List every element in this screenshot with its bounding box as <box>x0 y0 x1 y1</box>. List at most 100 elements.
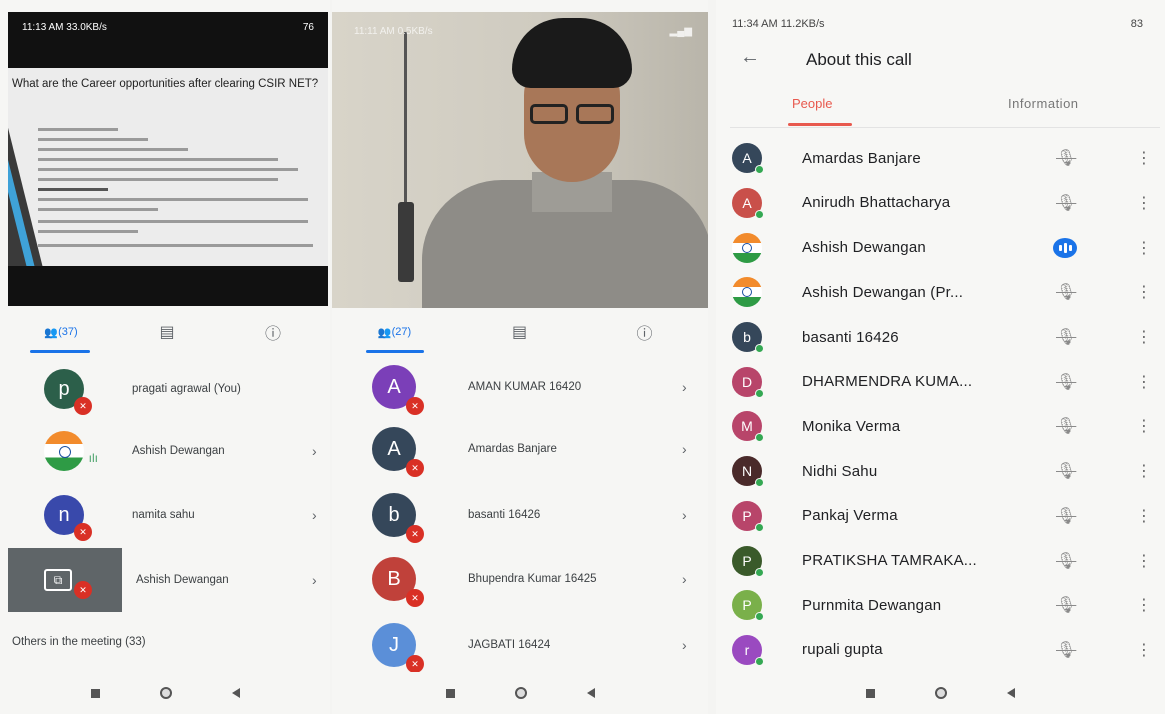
chevron-right-icon[interactable]: › <box>682 379 687 395</box>
mic-off-icon[interactable]: 🎙 <box>1056 595 1076 615</box>
home-button[interactable] <box>159 687 172 699</box>
more-options-icon[interactable]: ⋮ <box>1136 506 1152 526</box>
tab-people[interactable]: 👥 (27) <box>332 326 457 339</box>
chevron-right-icon[interactable]: › <box>682 637 687 653</box>
mic-off-icon[interactable]: 🎙 <box>1056 193 1076 213</box>
meeting-tabs: 👥 (37) ▤ ⓘ <box>8 310 328 354</box>
participant-row[interactable]: ılı Ashish Dewangan › <box>0 420 330 482</box>
more-options-icon[interactable]: ⋮ <box>1136 416 1152 436</box>
chevron-right-icon[interactable]: › <box>682 441 687 457</box>
back-button[interactable] <box>586 688 595 698</box>
mic-off-icon[interactable]: 🎙 <box>1056 372 1076 392</box>
participant-row[interactable]: p ✕ pragati agrawal (You) <box>0 358 330 420</box>
more-options-icon[interactable]: ⋮ <box>1136 551 1152 571</box>
mic-off-icon: ✕ <box>406 655 424 673</box>
chevron-right-icon[interactable]: › <box>312 507 317 523</box>
mic-off-icon[interactable]: 🎙 <box>1056 416 1076 436</box>
participant-row[interactable]: n ✕ namita sahu › <box>0 484 330 546</box>
avatar: b <box>732 322 764 354</box>
participant-row[interactable]: b ✕ basanti 16426 › <box>332 484 708 546</box>
participant-name: rupali gupta <box>802 641 883 659</box>
participant-row[interactable]: Ashish Dewangan ⋮ <box>716 225 1165 270</box>
video-feed[interactable]: 11:11 AM 0.5KB/s ▂▄▆ <box>332 12 708 308</box>
participant-row[interactable]: P Pankaj Verma 🎙 ⋮ <box>716 494 1165 539</box>
participant-name: Ashish Dewangan <box>132 445 225 457</box>
mic-off-icon[interactable]: 🎙 <box>1056 327 1076 347</box>
participant-name: namita sahu <box>132 509 195 521</box>
avatar: r <box>732 634 764 666</box>
chevron-right-icon[interactable]: › <box>312 572 317 588</box>
video-cable <box>404 32 407 212</box>
chevron-right-icon[interactable]: › <box>312 443 317 459</box>
mic-off-icon: ✕ <box>406 459 424 477</box>
active-tab-indicator <box>366 350 424 353</box>
home-button[interactable] <box>935 687 947 699</box>
participant-row[interactable]: r rupali gupta 🎙 ⋮ <box>716 628 1165 673</box>
participant-row[interactable]: B ✕ Bhupendra Kumar 16425 › <box>332 548 708 610</box>
mic-off-icon[interactable]: 🎙 <box>1056 506 1076 526</box>
participant-row[interactable]: P Purnmita Dewangan 🎙 ⋮ <box>716 583 1165 628</box>
speaking-indicator-icon <box>1053 237 1077 258</box>
mic-off-icon[interactable]: 🎙 <box>1056 461 1076 481</box>
more-options-icon[interactable]: ⋮ <box>1136 327 1152 347</box>
tab-chat[interactable]: ▤ <box>457 322 582 342</box>
tab-people[interactable]: 👥 (37) <box>8 326 114 339</box>
chevron-right-icon[interactable]: › <box>682 571 687 587</box>
chevron-right-icon[interactable]: › <box>682 507 687 523</box>
participant-row[interactable]: D DHARMENDRA KUMA... 🎙 ⋮ <box>716 360 1165 405</box>
mic-off-icon: ✕ <box>406 525 424 543</box>
video-person-glasses <box>530 104 616 126</box>
about-call-panel: 11:34 AM 11.2KB/s 83 ← About this call P… <box>716 0 1165 714</box>
participant-name: Ashish Dewangan <box>136 574 229 586</box>
tab-people[interactable]: People <box>792 96 832 111</box>
back-button[interactable] <box>1007 688 1015 698</box>
android-nav-bar <box>332 672 708 714</box>
participant-row[interactable]: A Amardas Banjare 🎙 ⋮ <box>716 136 1165 181</box>
meeting-tabs: 👥 (27) ▤ ⓘ <box>332 310 708 354</box>
mic-off-icon[interactable]: 🎙 <box>1056 148 1076 168</box>
avatar <box>732 277 762 308</box>
mic-off-icon[interactable]: 🎙 <box>1056 640 1076 660</box>
participant-name: Monika Verma <box>802 417 901 435</box>
more-options-icon[interactable]: ⋮ <box>1136 238 1152 258</box>
recent-apps-button[interactable] <box>445 688 455 698</box>
more-options-icon[interactable]: ⋮ <box>1136 282 1152 302</box>
more-options-icon[interactable]: ⋮ <box>1136 595 1152 615</box>
info-icon: ⓘ <box>264 326 281 343</box>
tab-info[interactable]: ⓘ <box>582 320 707 344</box>
tab-info[interactable]: ⓘ <box>220 320 326 344</box>
mic-off-icon[interactable]: 🎙 <box>1056 551 1076 571</box>
participant-name: basanti 16426 <box>468 509 541 521</box>
more-options-icon[interactable]: ⋮ <box>1136 148 1152 168</box>
home-button[interactable] <box>514 687 527 699</box>
participant-row[interactable]: A ✕ AMAN KUMAR 16420 › <box>332 356 708 418</box>
more-options-icon[interactable]: ⋮ <box>1136 461 1152 481</box>
more-options-icon[interactable]: ⋮ <box>1136 640 1152 660</box>
participant-row[interactable]: J ✕ JAGBATI 16424 › <box>332 614 708 676</box>
back-button[interactable] <box>231 688 240 698</box>
back-arrow-icon[interactable]: ← <box>740 46 760 69</box>
avatar <box>732 232 762 263</box>
more-options-icon[interactable]: ⋮ <box>1136 193 1152 213</box>
mic-off-icon[interactable]: 🎙 <box>1056 282 1076 302</box>
participant-name: AMAN KUMAR 16420 <box>468 381 582 393</box>
avatar: A <box>732 143 764 175</box>
recent-apps-button[interactable] <box>866 688 875 698</box>
avatar: N <box>732 456 764 488</box>
participant-row[interactable]: A Anirudh Bhattacharya 🎙 ⋮ <box>716 181 1165 226</box>
status-bar-time: 11:11 AM 0.5KB/s <box>354 26 433 37</box>
participant-row[interactable]: b basanti 16426 🎙 ⋮ <box>716 315 1165 360</box>
screen-share-view[interactable]: 11:13 AM 33.0KB/s 76 What are the Career… <box>8 12 328 306</box>
participant-row[interactable]: A ✕ Amardas Banjare › <box>332 418 708 480</box>
recent-apps-button[interactable] <box>90 688 100 698</box>
participant-row[interactable]: N Nidhi Sahu 🎙 ⋮ <box>716 449 1165 494</box>
participant-row[interactable]: P PRATIKSHA TAMRAKA... 🎙 ⋮ <box>716 538 1165 583</box>
participant-row[interactable]: Ashish Dewangan (Pr... 🎙 ⋮ <box>716 270 1165 315</box>
avatar: B ✕ <box>372 557 424 607</box>
status-bar-battery: 76 <box>302 22 314 33</box>
tab-chat[interactable]: ▤ <box>114 322 220 342</box>
tab-information[interactable]: Information <box>1008 96 1079 111</box>
presentation-slide: What are the Career opportunities after … <box>8 68 328 266</box>
participant-row[interactable]: M Monika Verma 🎙 ⋮ <box>716 404 1165 449</box>
more-options-icon[interactable]: ⋮ <box>1136 372 1152 392</box>
